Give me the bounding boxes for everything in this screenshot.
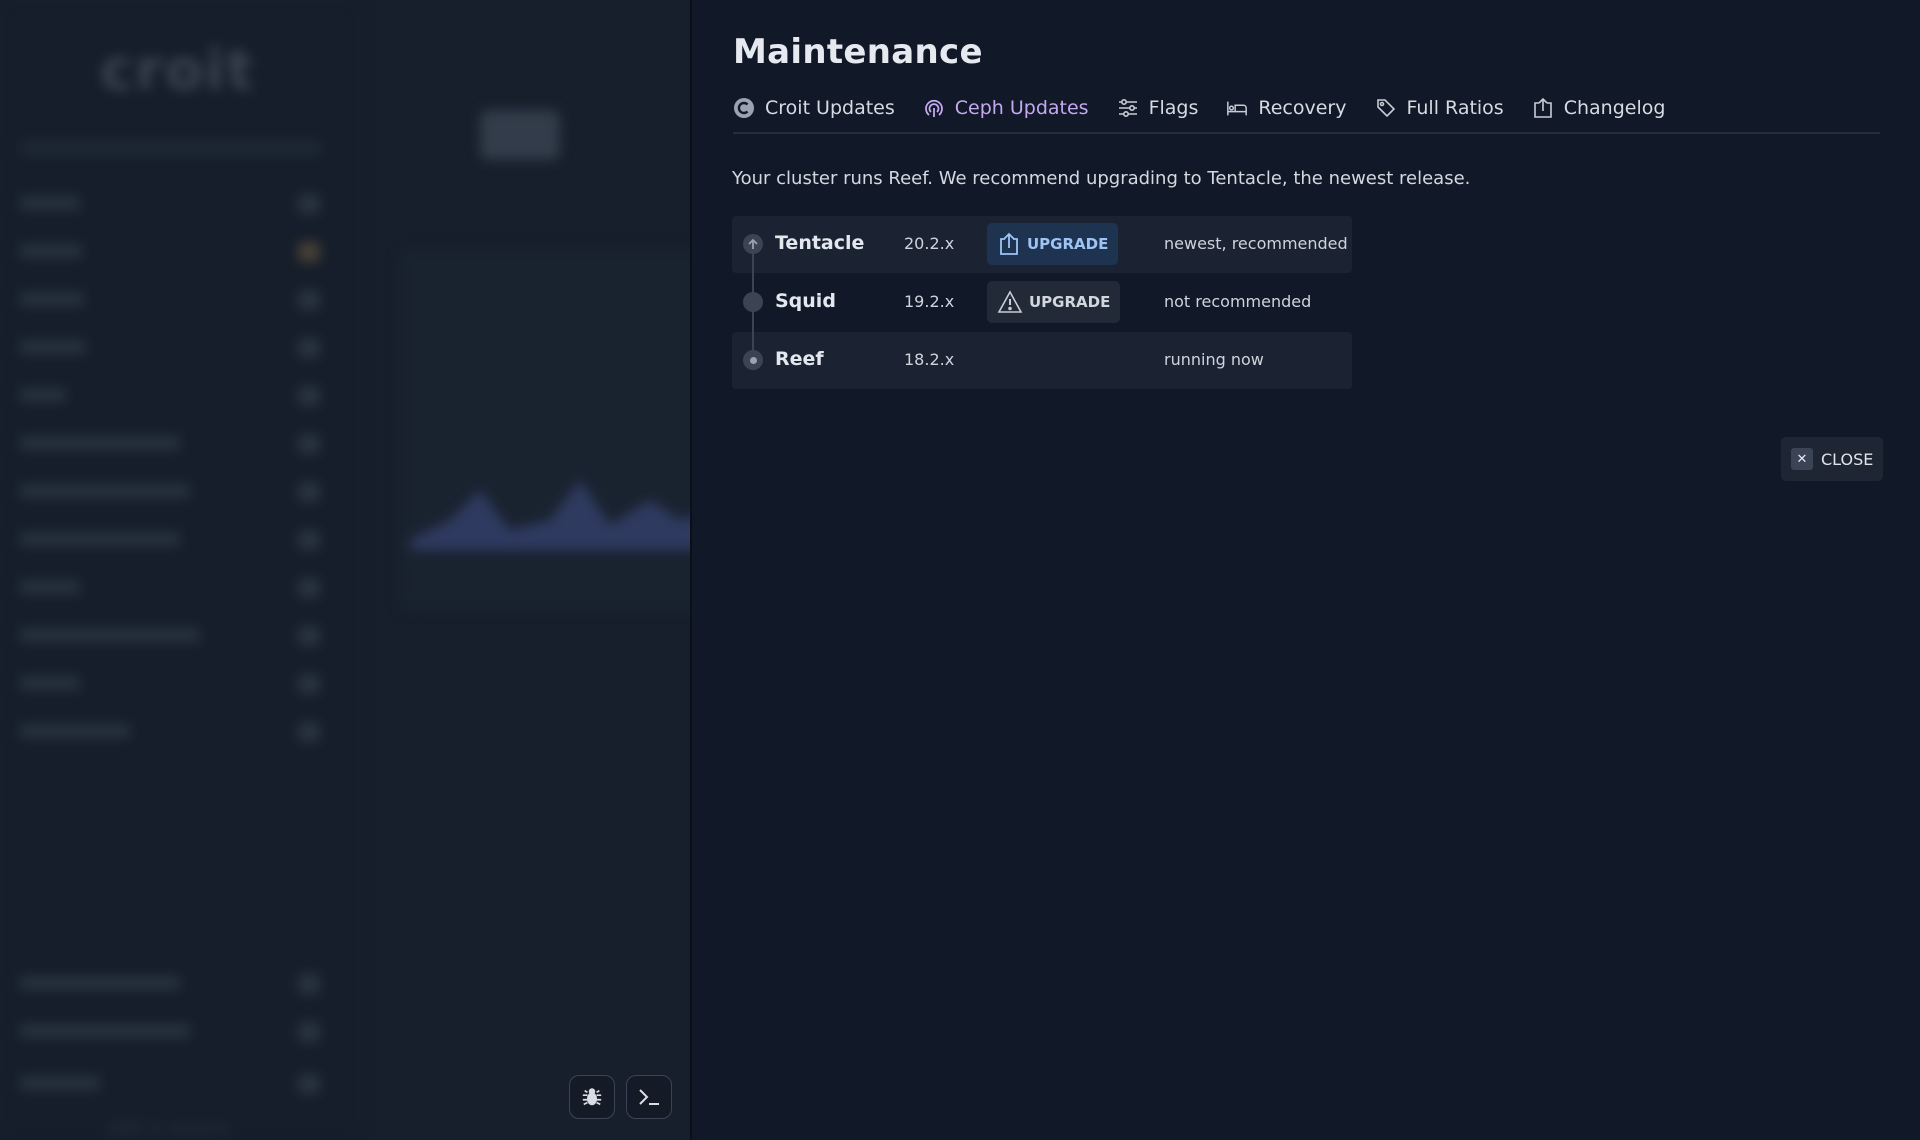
- terminal-button[interactable]: [626, 1075, 672, 1119]
- sliders-icon: [1117, 97, 1139, 119]
- release-version: 20.2.x: [904, 234, 955, 253]
- tab-croit-updates[interactable]: Croit Updates: [733, 92, 895, 124]
- release-list: Tentacle 20.2.x UPGRADE newest, recommen…: [732, 216, 1352, 390]
- release-note: not recommended: [1164, 292, 1312, 311]
- release-row: Tentacle 20.2.x UPGRADE newest, recommen…: [732, 216, 1352, 312]
- release-name: Tentacle: [775, 232, 865, 254]
- app-root: croit v2507.0.tentacle Maintenance Croit…: [0, 0, 1920, 1140]
- release-row: Reef 18.2.x running now: [732, 332, 1352, 389]
- tab-label: Changelog: [1563, 97, 1666, 119]
- tab-ceph-updates[interactable]: Ceph Updates: [923, 92, 1089, 124]
- croit-logo-icon: [733, 97, 755, 119]
- tag-icon: [1375, 97, 1397, 119]
- upgrade-button-label: UPGRADE: [1027, 235, 1109, 253]
- debug-button[interactable]: [569, 1075, 615, 1119]
- release-note: newest, recommended: [1164, 234, 1348, 253]
- terminal-icon: [637, 1086, 661, 1108]
- tab-label: Ceph Updates: [954, 97, 1089, 119]
- warning-icon: [997, 290, 1023, 314]
- maintenance-panel: Maintenance Croit Updates Ceph Updates F…: [692, 0, 1920, 1140]
- release-version: 18.2.x: [904, 350, 955, 369]
- tab-full-ratios[interactable]: Full Ratios: [1375, 92, 1504, 124]
- background-app: croit v2507.0.tentacle: [0, 0, 692, 1140]
- tab-label: Croit Updates: [765, 97, 895, 119]
- upgrade-tentacle-button[interactable]: UPGRADE: [987, 223, 1119, 265]
- release-version: 19.2.x: [904, 292, 955, 311]
- release-name: Reef: [775, 348, 824, 370]
- bug-icon: [581, 1086, 603, 1108]
- recovery-bed-icon: [1226, 97, 1248, 119]
- close-button-label: CLOSE: [1821, 449, 1874, 469]
- upload-box-icon: [1532, 97, 1554, 119]
- tab-label: Flags: [1148, 97, 1199, 119]
- ceph-logo-icon: [923, 97, 945, 119]
- release-row: Squid 19.2.x UPGRADE not recommended: [732, 274, 1352, 370]
- upgrade-button-label: UPGRADE: [1029, 293, 1111, 311]
- release-note: running now: [1164, 350, 1264, 369]
- background-overlay: [0, 0, 692, 1140]
- tab-label: Recovery: [1258, 97, 1347, 119]
- upgrade-squid-button[interactable]: UPGRADE: [987, 281, 1121, 323]
- tab-changelog[interactable]: Changelog: [1532, 92, 1666, 124]
- page-title: Maintenance: [733, 32, 983, 72]
- close-button[interactable]: ✕ CLOSE: [1781, 437, 1884, 481]
- timeline-dot: [743, 292, 763, 312]
- upload-icon: [997, 232, 1021, 256]
- release-name: Squid: [775, 290, 836, 312]
- tab-flags[interactable]: Flags: [1117, 92, 1199, 124]
- tab-label: Full Ratios: [1406, 97, 1504, 119]
- tab-recovery[interactable]: Recovery: [1226, 92, 1347, 124]
- upgrade-recommendation-text: Your cluster runs Reef. We recommend upg…: [732, 168, 1471, 189]
- tab-bar: Croit Updates Ceph Updates Flags Recover…: [733, 92, 1880, 134]
- arrow-up-icon: [743, 234, 763, 254]
- current-release-dot: [743, 350, 763, 370]
- close-icon: ✕: [1791, 448, 1813, 470]
